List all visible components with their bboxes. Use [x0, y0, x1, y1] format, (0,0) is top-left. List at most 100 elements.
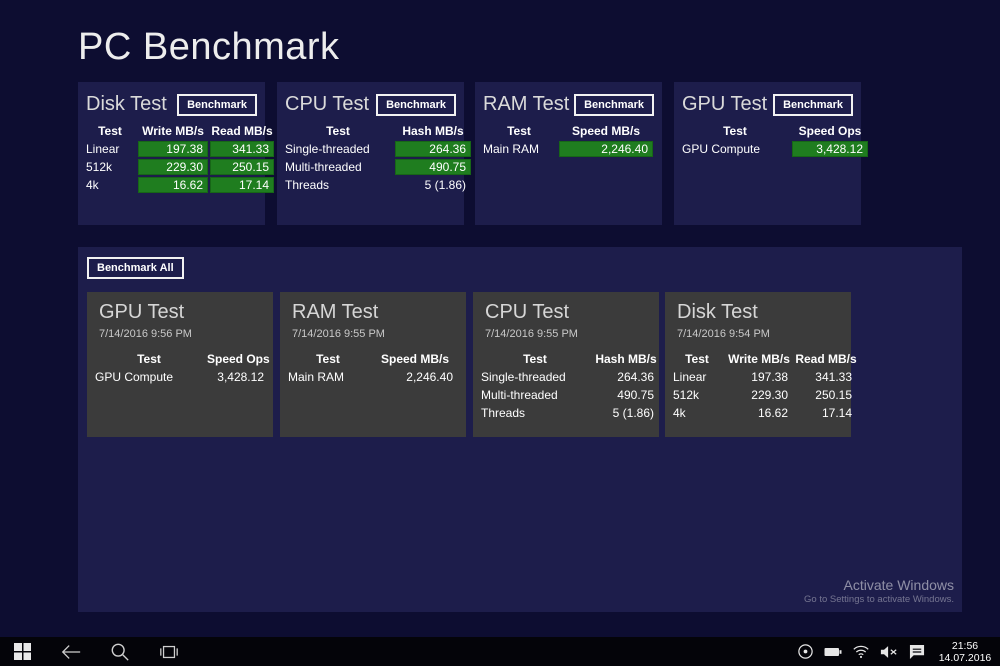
result-value: 490.75 [593, 387, 659, 403]
gpu-history-table: Test Speed Ops GPU Compute 3,428.12 [87, 347, 273, 385]
row-label: 512k [84, 159, 136, 175]
benchmark-all-button[interactable]: Benchmark All [87, 257, 184, 279]
result-value: 16.62 [138, 177, 208, 193]
column-header: Test [283, 124, 393, 139]
row-label: Threads [283, 177, 393, 193]
result-value: 5 (1.86) [395, 177, 471, 193]
row-label: Main RAM [286, 369, 370, 385]
column-header: Test [286, 352, 370, 367]
column-header: Speed MB/s [372, 352, 458, 367]
history-card-title: RAM Test [280, 292, 466, 325]
watermark-line2: Go to Settings to activate Windows. [804, 594, 954, 606]
system-tray: 21:56 14.07.2016 [795, 637, 1000, 666]
column-header: Read MB/s [795, 352, 857, 367]
history-panel: Benchmark All GPU Test 7/14/2016 9:56 PM… [78, 247, 962, 612]
result-value: 3,428.12 [792, 141, 868, 157]
action-center-icon[interactable] [907, 638, 927, 666]
disk-test-title: Disk Test [86, 93, 167, 116]
watermark-line1: Activate Windows [804, 577, 954, 594]
result-value: 17.14 [210, 177, 274, 193]
result-value: 229.30 [725, 387, 793, 403]
taskbar: 21:56 14.07.2016 [0, 637, 1000, 666]
gpu-test-title: GPU Test [682, 93, 767, 116]
ram-test-title: RAM Test [483, 93, 569, 116]
result-value: 197.38 [138, 141, 208, 157]
column-header: Test [481, 124, 557, 139]
row-label: GPU Compute [680, 141, 790, 157]
gpu-test-card: GPU Test Benchmark Test Speed Ops GPU Co… [674, 82, 861, 225]
row-label: Multi-threaded [283, 159, 393, 175]
column-header: Write MB/s [138, 124, 208, 139]
cpu-test-card: CPU Test Benchmark Test Hash MB/s Single… [277, 82, 464, 225]
safely-remove-icon[interactable] [795, 638, 815, 666]
cpu-test-title: CPU Test [285, 93, 369, 116]
back-icon[interactable] [57, 638, 85, 666]
ram-benchmark-button[interactable]: Benchmark [574, 94, 654, 116]
result-value: 250.15 [210, 159, 274, 175]
row-label: 512k [671, 387, 723, 403]
battery-icon[interactable] [823, 638, 843, 666]
disk-benchmark-button[interactable]: Benchmark [177, 94, 257, 116]
result-value: 16.62 [725, 405, 793, 421]
task-view-icon[interactable] [155, 638, 183, 666]
column-header: Test [671, 352, 723, 367]
row-label: 4k [671, 405, 723, 421]
result-value: 264.36 [593, 369, 659, 385]
search-icon[interactable] [106, 638, 134, 666]
gpu-results-table: Test Speed Ops GPU Compute 3,428.12 [674, 119, 861, 157]
result-value: 264.36 [395, 141, 471, 157]
column-header: Speed Ops [207, 352, 269, 367]
disk-history-card: Disk Test 7/14/2016 9:54 PM Test Write M… [665, 292, 851, 437]
cpu-history-card: CPU Test 7/14/2016 9:55 PM Test Hash MB/… [473, 292, 659, 437]
row-label: GPU Compute [93, 369, 205, 385]
wifi-icon[interactable] [851, 638, 871, 666]
history-card-title: GPU Test [87, 292, 273, 325]
ram-results-table: Test Speed MB/s Main RAM 2,246.40 [475, 119, 662, 157]
result-value: 229.30 [138, 159, 208, 175]
result-value: 5 (1.86) [593, 405, 659, 421]
cpu-history-table: Test Hash MB/s Single-threaded 264.36 Mu… [473, 347, 659, 421]
column-header: Speed Ops [792, 124, 868, 139]
history-timestamp: 7/14/2016 9:55 PM [473, 325, 659, 347]
result-value: 17.14 [795, 405, 857, 421]
result-value: 3,428.12 [207, 369, 269, 385]
history-timestamp: 7/14/2016 9:55 PM [280, 325, 466, 347]
column-header: Test [84, 124, 136, 139]
clock-time: 21:56 [935, 640, 995, 652]
cpu-results-table: Test Hash MB/s Single-threaded 264.36 Mu… [277, 119, 464, 193]
result-value: 341.33 [210, 141, 274, 157]
result-value: 250.15 [795, 387, 857, 403]
column-header: Hash MB/s [395, 124, 471, 139]
gpu-history-card: GPU Test 7/14/2016 9:56 PM Test Speed Op… [87, 292, 273, 437]
column-header: Read MB/s [210, 124, 274, 139]
ram-history-card: RAM Test 7/14/2016 9:55 PM Test Speed MB… [280, 292, 466, 437]
history-timestamp: 7/14/2016 9:54 PM [665, 325, 851, 347]
row-label: Linear [671, 369, 723, 385]
ram-test-card: RAM Test Benchmark Test Speed MB/s Main … [475, 82, 662, 225]
activate-windows-watermark: Activate Windows Go to Settings to activ… [804, 577, 954, 606]
column-header: Write MB/s [725, 352, 793, 367]
row-label: Main RAM [481, 141, 557, 157]
start-icon[interactable] [8, 638, 36, 666]
disk-test-card: Disk Test Benchmark Test Write MB/s Read… [78, 82, 265, 225]
result-value: 2,246.40 [559, 141, 653, 157]
history-timestamp: 7/14/2016 9:56 PM [87, 325, 273, 347]
history-card-title: Disk Test [665, 292, 851, 325]
column-header: Speed MB/s [559, 124, 653, 139]
column-header: Hash MB/s [593, 352, 659, 367]
row-label: Single-threaded [283, 141, 393, 157]
disk-history-table: Test Write MB/s Read MB/s Linear 197.38 … [665, 347, 851, 421]
taskbar-clock[interactable]: 21:56 14.07.2016 [935, 640, 995, 664]
result-value: 197.38 [725, 369, 793, 385]
history-card-title: CPU Test [473, 292, 659, 325]
row-label: 4k [84, 177, 136, 193]
column-header: Test [93, 352, 205, 367]
cpu-benchmark-button[interactable]: Benchmark [376, 94, 456, 116]
row-label: Single-threaded [479, 369, 591, 385]
row-label: Linear [84, 141, 136, 157]
clock-date: 14.07.2016 [935, 652, 995, 664]
gpu-benchmark-button[interactable]: Benchmark [773, 94, 853, 116]
ram-history-table: Test Speed MB/s Main RAM 2,246.40 [280, 347, 466, 385]
result-value: 490.75 [395, 159, 471, 175]
volume-muted-icon[interactable] [879, 638, 899, 666]
